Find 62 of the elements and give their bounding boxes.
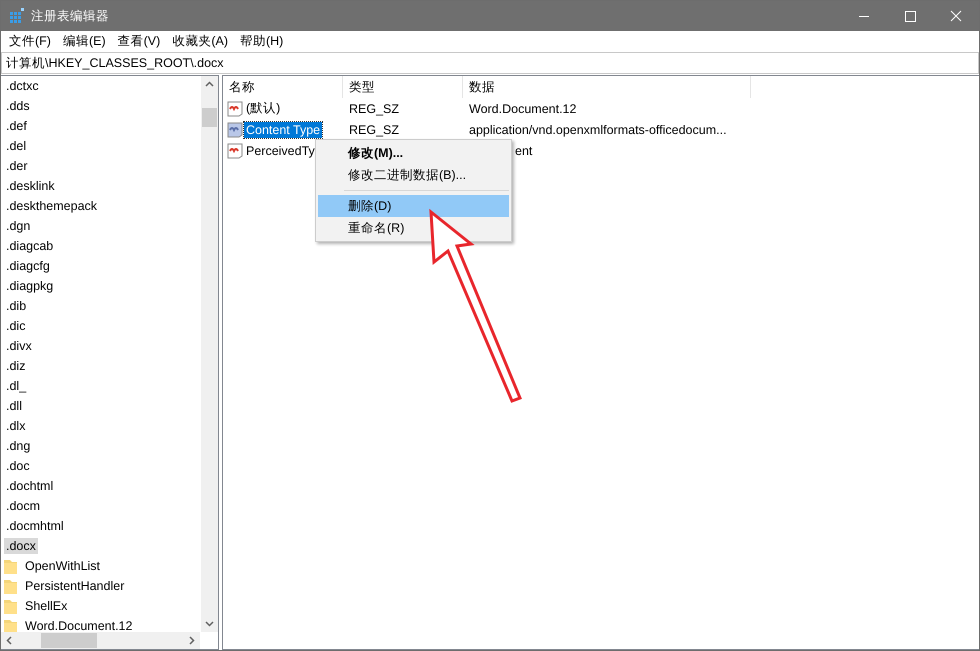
tree-item[interactable]: .dgn — [4, 218, 32, 234]
value-name[interactable]: (默认) — [244, 99, 282, 118]
tree-item[interactable]: .diz — [4, 358, 28, 374]
window-title: 注册表编辑器 — [31, 8, 109, 24]
tree-item[interactable]: .dic — [4, 318, 28, 334]
table-cell-text: REG_SZ — [348, 122, 400, 136]
menu-item[interactable]: 编辑(E) — [56, 32, 112, 50]
menu-item[interactable]: 修改二进制数据(B)... — [318, 164, 509, 186]
tree-item[interactable]: .diagcab — [4, 238, 56, 254]
tree-item[interactable]: OpenWithList — [23, 558, 102, 574]
tree-item[interactable]: .desklink — [4, 178, 57, 194]
column-header[interactable]: 名称 — [223, 76, 343, 98]
vertical-scrollbar[interactable] — [201, 76, 218, 632]
tree-item[interactable]: .dds — [4, 98, 32, 114]
column-header[interactable]: 数据 — [463, 76, 751, 98]
table-cell-text: ent — [514, 144, 534, 158]
tree-item[interactable]: .dl_ — [4, 378, 28, 394]
tree-item[interactable]: .def — [4, 118, 29, 134]
tree-item[interactable]: .doc — [4, 458, 32, 474]
table-cell-text: Word.Document.12 — [468, 102, 578, 116]
horizontal-scrollbar[interactable] — [1, 632, 200, 649]
value-name[interactable]: Content Type — [244, 122, 322, 138]
value-name[interactable]: PerceivedTy — [244, 142, 317, 158]
menu-item[interactable]: 修改(M)... — [318, 142, 509, 164]
folder-icon — [4, 578, 17, 594]
table-cell-text: application/vnd.openxmlformats-officedocum... — [468, 122, 728, 136]
table-cell-text: REG_SZ — [348, 102, 400, 116]
folder-icon — [4, 618, 17, 632]
column-header[interactable]: 类型 — [343, 76, 463, 98]
tree-item[interactable]: PersistentHandler — [23, 578, 126, 594]
tree-item[interactable]: .dochtml — [4, 478, 56, 494]
tree-item[interactable]: .docm — [4, 498, 42, 514]
scroll-thumb[interactable] — [41, 633, 97, 648]
menu-item[interactable]: 重命名(R) — [318, 217, 509, 239]
menu-item[interactable]: 查看(V) — [112, 32, 166, 50]
folder-icon — [4, 558, 17, 574]
document-icon — [227, 122, 243, 138]
address-field[interactable]: 计算机\HKEY_CLASSES_ROOT\.docx — [1, 52, 979, 74]
menu-item[interactable]: 文件(F) — [3, 32, 57, 50]
tree-item[interactable]: .der — [4, 158, 30, 174]
tree-item[interactable]: .deskthemepack — [4, 198, 100, 214]
app-icon — [9, 8, 25, 24]
menu-item[interactable]: 删除(D) — [318, 195, 509, 217]
menu-item[interactable]: 收藏夹(A) — [166, 32, 234, 50]
tree-item[interactable]: .divx — [4, 338, 34, 354]
scroll-thumb[interactable] — [202, 108, 217, 127]
document-icon — [227, 100, 243, 116]
tree-item[interactable]: .dng — [4, 438, 32, 454]
tree-item[interactable]: .diagpkg — [4, 278, 56, 294]
tree-item[interactable]: .dctxc — [4, 78, 41, 94]
folder-icon — [4, 598, 17, 614]
document-icon — [227, 142, 243, 158]
tree-item[interactable]: .dlx — [4, 418, 28, 434]
tree-item[interactable]: Word.Document.12 — [23, 618, 134, 632]
tree-item[interactable]: .dll — [4, 398, 24, 414]
tree-item[interactable]: .docmhtml — [4, 518, 66, 534]
tree-item[interactable]: .docx — [4, 538, 38, 554]
tree-item[interactable]: ShellEx — [23, 598, 70, 614]
tree-item[interactable]: .dib — [4, 298, 28, 314]
tree-item[interactable]: .del — [4, 138, 28, 154]
menu-item[interactable]: 帮助(H) — [234, 32, 290, 50]
tree-item[interactable]: .diagcfg — [4, 258, 52, 274]
